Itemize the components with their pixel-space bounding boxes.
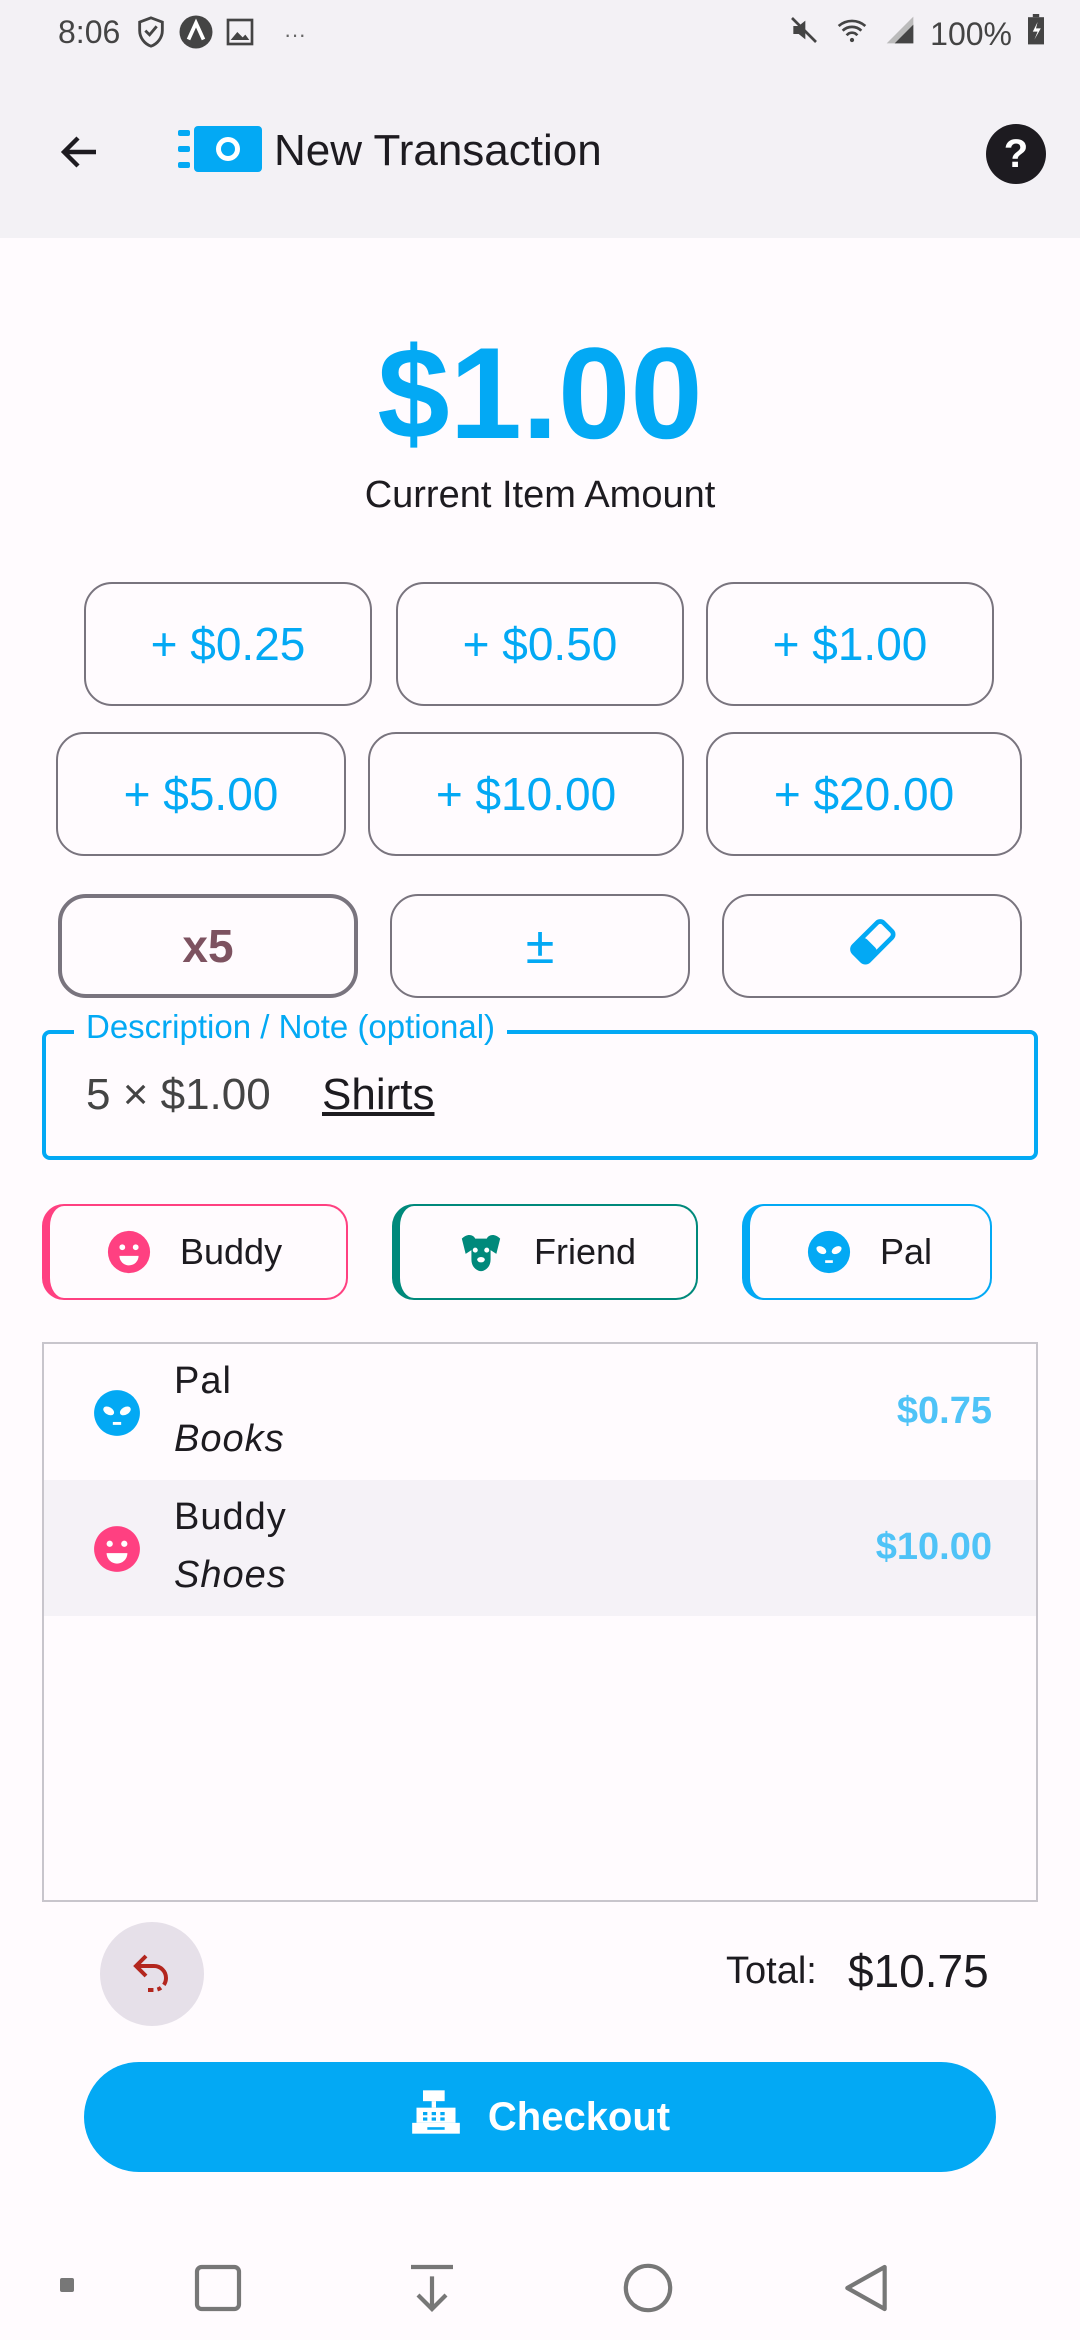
help-icon: ?: [1003, 131, 1029, 176]
total-value: $10.75: [848, 1945, 989, 1997]
page-title: New Transaction: [274, 126, 602, 175]
transaction-amount: $10.00: [875, 1526, 992, 1568]
current-amount: $1.00: [377, 320, 703, 466]
multiplier-button[interactable]: x5: [58, 894, 358, 998]
system-nav-bar: [0, 2240, 1080, 2340]
description-field[interactable]: Description / Note (optional) 5 × $1.00 …: [42, 1008, 1038, 1160]
checkout-label: Checkout: [487, 2094, 671, 2139]
cash-register-icon: [410, 2086, 462, 2148]
dog-face-icon: [456, 1229, 506, 1275]
image-icon: [224, 16, 256, 53]
current-amount-label: Current Item Amount: [364, 474, 716, 516]
transaction-person: Pal: [174, 1360, 232, 1402]
recents-button[interactable]: [190, 2260, 246, 2321]
transaction-row[interactable]: Buddy Shoes $10.00: [44, 1480, 1036, 1616]
clear-button[interactable]: [722, 894, 1022, 998]
transaction-note: Shoes: [174, 1554, 287, 1596]
person-chip-pal[interactable]: Pal: [742, 1204, 992, 1300]
transaction-amount: $0.75: [896, 1390, 992, 1432]
transaction-row[interactable]: Pal Books $0.75: [44, 1344, 1036, 1480]
transaction-note: Books: [174, 1418, 285, 1460]
help-button[interactable]: ?: [986, 124, 1046, 184]
app-a-icon: [178, 14, 214, 55]
plus-minus-icon: ±: [525, 917, 555, 975]
add-10-00-button[interactable]: + $10.00: [368, 732, 684, 856]
person-chip-label: Buddy: [180, 1231, 283, 1272]
shield-icon: [134, 15, 168, 54]
add-5-00-button[interactable]: + $5.00: [56, 732, 346, 856]
person-chip-buddy[interactable]: Buddy: [42, 1204, 348, 1300]
battery-icon: [1026, 14, 1046, 54]
total-label: Total:: [726, 1950, 817, 1992]
more-notifications: ···: [284, 21, 306, 47]
description-value: 5 × $1.00: [86, 1070, 271, 1119]
add-1-00-button[interactable]: + $1.00: [706, 582, 994, 706]
undo-button[interactable]: [100, 1922, 204, 2026]
signal-icon: [884, 14, 916, 54]
checkout-button[interactable]: Checkout: [84, 2062, 996, 2172]
back-nav-button[interactable]: [838, 2260, 894, 2321]
status-time: 8:06: [58, 14, 121, 50]
arrow-back-icon: [56, 128, 104, 181]
add-0-50-button[interactable]: + $0.50: [396, 582, 684, 706]
smiley-face-icon: [92, 1524, 142, 1579]
cash-logo-icon: [178, 126, 262, 177]
person-chip-friend[interactable]: Friend: [392, 1204, 698, 1300]
add-0-25-button[interactable]: + $0.25: [84, 582, 372, 706]
eraser-icon: [844, 913, 900, 980]
transaction-person: Buddy: [174, 1496, 287, 1538]
nav-dot-icon: [58, 2276, 76, 2299]
description-suggestion[interactable]: Shirts: [322, 1070, 434, 1120]
mute-icon: [788, 14, 820, 54]
person-chip-label: Pal: [880, 1231, 933, 1272]
alien-face-icon: [806, 1229, 852, 1275]
battery-percent: 100%: [930, 15, 1012, 52]
app-bar: New Transaction ?: [0, 68, 1080, 238]
wifi-icon: [834, 14, 870, 54]
plus-minus-button[interactable]: ±: [390, 894, 690, 998]
home-button[interactable]: [620, 2260, 676, 2321]
status-bar: 8:06 ··· 100%: [0, 0, 1080, 68]
download-icon[interactable]: [404, 2260, 460, 2321]
transaction-list[interactable]: Pal Books $0.75 Buddy Shoes $10.00: [42, 1342, 1038, 1902]
description-label: Description / Note (optional): [74, 1008, 508, 1046]
smiley-face-icon: [106, 1229, 152, 1275]
alien-face-icon: [92, 1388, 142, 1443]
add-20-00-button[interactable]: + $20.00: [706, 732, 1022, 856]
back-button[interactable]: [44, 118, 116, 190]
undo-icon: [128, 1948, 176, 2001]
person-chip-label: Friend: [534, 1231, 637, 1272]
